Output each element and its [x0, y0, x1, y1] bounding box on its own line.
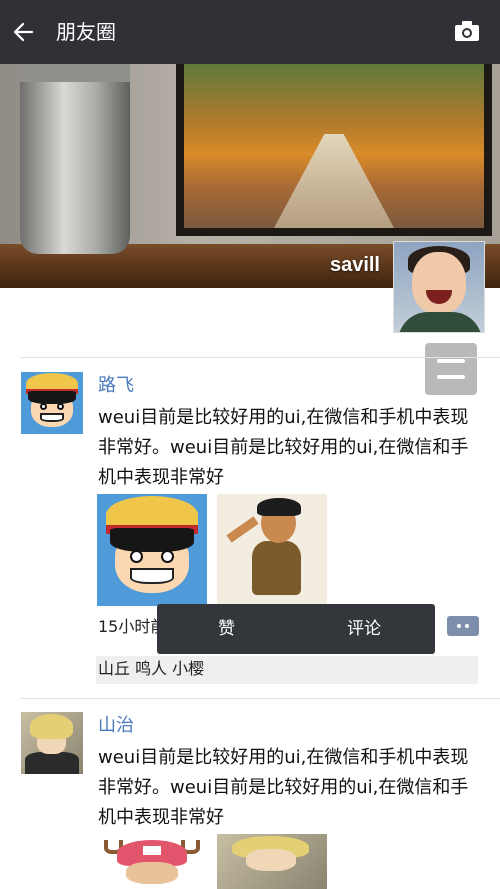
avatar[interactable] — [21, 372, 83, 434]
page-title: 朋友圈 — [56, 20, 116, 44]
post-photo[interactable] — [217, 834, 327, 889]
post-photo[interactable] — [97, 834, 207, 889]
post-text: weui目前是比较好用的ui,在微信和手机中表现非常好。weui目前是比较好用的… — [98, 747, 469, 828]
post-author-name[interactable]: 山治 — [98, 714, 134, 738]
arrow-left-icon[interactable] — [10, 16, 42, 48]
top-bar: 朋友圈 — [0, 0, 500, 64]
menu-icon[interactable] — [425, 343, 477, 395]
avatar[interactable] — [21, 712, 83, 774]
post-text: weui目前是比较好用的ui,在微信和手机中表现非常好。weui目前是比较好用的… — [98, 407, 469, 488]
comment-button[interactable]: 评论 — [347, 617, 381, 641]
like-button[interactable]: 赞 — [218, 617, 235, 641]
action-popup: 赞 评论 — [157, 604, 435, 654]
post-author-name[interactable]: 路飞 — [98, 374, 134, 398]
camera-icon[interactable] — [454, 20, 480, 42]
divider — [20, 357, 500, 358]
more-actions-icon[interactable] — [447, 616, 479, 636]
likes-list: 山丘 鸣人 小樱 — [96, 656, 478, 684]
vase — [20, 64, 130, 254]
divider — [20, 698, 500, 699]
profile-username: savill — [329, 254, 380, 276]
profile-avatar[interactable] — [393, 241, 485, 333]
post-photo[interactable] — [97, 494, 207, 606]
post-photo[interactable] — [217, 494, 327, 606]
